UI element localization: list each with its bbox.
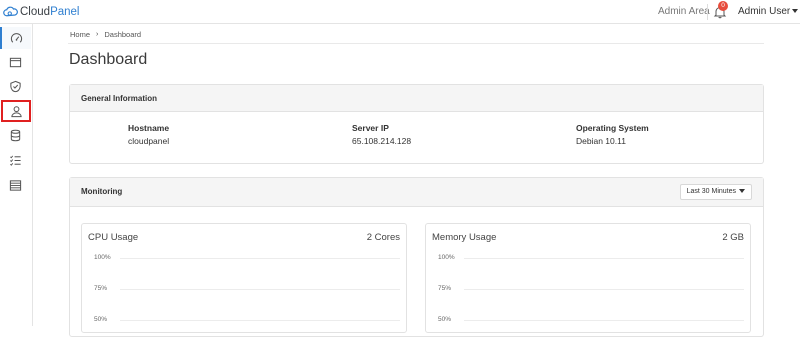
sidebar-item-logs[interactable]: [2, 174, 29, 196]
y-tick-label: 50%: [438, 316, 452, 323]
hostname-label: Hostname: [128, 123, 170, 133]
general-information-title: General Information: [81, 94, 158, 103]
gridline: [464, 289, 744, 290]
server-ip-label: Server IP: [352, 123, 389, 133]
top-bar: Cloud Panel Admin Area 0 Admin User: [0, 0, 800, 24]
breadcrumb: Home › Dashboard: [70, 30, 141, 39]
time-range-label: Last 30 Minutes: [686, 188, 736, 195]
topbar-divider: [707, 4, 708, 20]
caret-down-icon: [739, 189, 745, 194]
monitoring-title: Monitoring: [81, 187, 123, 196]
operating-system-label: Operating System: [576, 123, 649, 133]
y-tick-label: 75%: [94, 285, 108, 292]
gridline: [464, 320, 744, 321]
time-range-select[interactable]: Last 30 Minutes: [679, 184, 752, 200]
memory-usage-chart: Memory Usage 2 GB 100% 75% 50%: [425, 223, 751, 333]
sidebar-item-tasks[interactable]: [2, 149, 29, 171]
gridline: [120, 320, 400, 321]
chevron-right-icon: ›: [96, 31, 99, 38]
notification-badge: 0: [718, 1, 728, 11]
gridline: [120, 289, 400, 290]
hostname-value: cloudpanel: [128, 136, 170, 146]
dashboard-icon: [10, 32, 23, 43]
user-menu[interactable]: Admin User: [738, 6, 799, 17]
monitoring-card: Monitoring Last 30 Minutes CPU Usage 2 C…: [69, 177, 764, 337]
tasks-list-icon: [10, 155, 21, 166]
brand-logo[interactable]: Cloud Panel: [3, 4, 79, 20]
card-header: Monitoring Last 30 Minutes: [70, 178, 763, 207]
database-icon: [10, 129, 21, 141]
operating-system-value: Debian 10.11: [576, 136, 626, 146]
memory-total: 2 GB: [722, 232, 744, 243]
user-menu-label: Admin User: [738, 6, 791, 17]
y-tick-label: 50%: [94, 316, 108, 323]
server-ip-value: 65.108.214.128: [352, 136, 412, 146]
sidebar-item-dashboard[interactable]: [0, 27, 31, 49]
cpu-usage-chart: CPU Usage 2 Cores 100% 75% 50%: [81, 223, 407, 333]
sidebar-item-security[interactable]: [2, 75, 29, 97]
brand-name-part1: Cloud: [20, 6, 51, 18]
y-tick-label: 75%: [438, 285, 452, 292]
page-title: Dashboard: [69, 51, 148, 68]
caret-down-icon: [792, 9, 799, 14]
browser-window-icon: [9, 57, 22, 67]
sidebar: [0, 24, 33, 326]
sidebar-item-users[interactable]: [1, 100, 31, 122]
table-icon: [9, 179, 22, 191]
breadcrumb-home[interactable]: Home: [70, 30, 90, 39]
memory-usage-title: Memory Usage: [432, 232, 497, 243]
divider: [68, 43, 764, 44]
sidebar-item-databases[interactable]: [2, 124, 29, 146]
y-tick-label: 100%: [438, 254, 455, 261]
gridline: [464, 258, 744, 259]
sidebar-item-sites[interactable]: [2, 51, 29, 73]
gridline: [120, 258, 400, 259]
cloud-logo-icon: [3, 6, 18, 17]
general-information-card: General Information Hostname cloudpanel …: [69, 84, 764, 164]
shield-icon: [10, 80, 21, 92]
user-icon: [10, 105, 22, 117]
card-header: General Information: [70, 85, 763, 112]
breadcrumb-current: Dashboard: [104, 30, 142, 39]
brand-name-part2: Panel: [50, 6, 80, 18]
admin-area-link[interactable]: Admin Area: [658, 6, 710, 17]
y-tick-label: 100%: [94, 254, 111, 261]
cpu-cores: 2 Cores: [366, 232, 400, 243]
cpu-usage-title: CPU Usage: [88, 232, 139, 243]
